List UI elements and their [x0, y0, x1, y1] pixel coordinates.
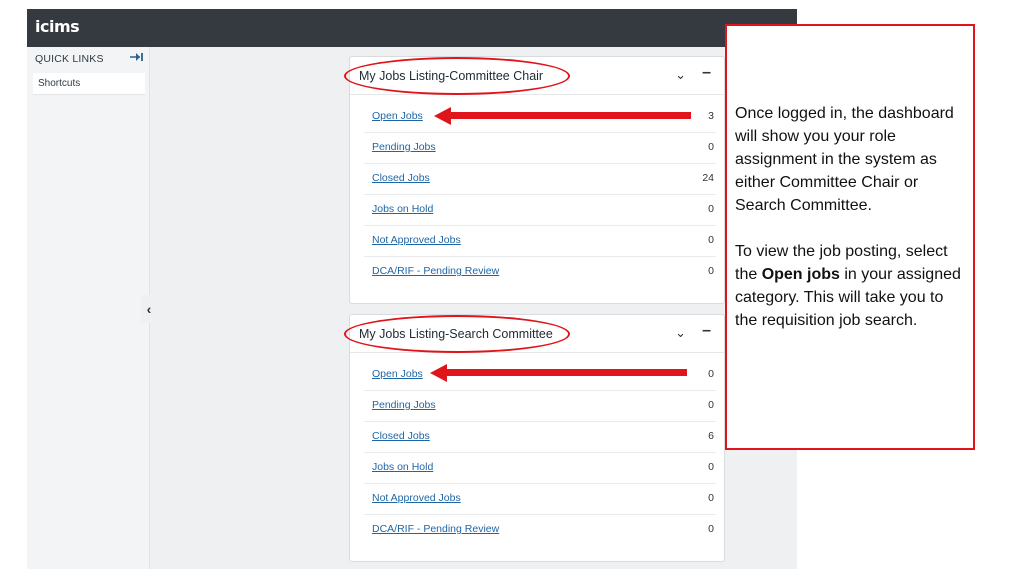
row-count: 0: [708, 461, 714, 473]
list-item: Pending Jobs 0: [364, 133, 716, 164]
quick-links-title: QUICK LINKS: [35, 53, 104, 65]
list-item: Jobs on Hold 0: [364, 195, 716, 226]
shortcuts-item[interactable]: Shortcuts: [33, 73, 145, 95]
row-count: 0: [708, 265, 714, 277]
committee-chair-card: My Jobs Listing-Committee Chair ⌄ – Open…: [349, 56, 725, 304]
card-title: My Jobs Listing-Search Committee: [359, 327, 553, 341]
closed-jobs-link[interactable]: Closed Jobs: [372, 430, 430, 442]
not-approved-jobs-link[interactable]: Not Approved Jobs: [372, 234, 461, 246]
jobs-list: Open Jobs 0 Pending Jobs 0 Closed Jobs 6 Jo…: [364, 360, 716, 546]
minimize-icon[interactable]: –: [702, 322, 711, 340]
row-count: 6: [708, 430, 714, 442]
list-item: Open Jobs 3: [364, 102, 716, 133]
open-jobs-link[interactable]: Open Jobs: [372, 368, 423, 380]
quick-links-sidebar: QUICK LINKS Shortcuts: [27, 47, 150, 569]
list-item: Open Jobs 0: [364, 360, 716, 391]
list-item: Not Approved Jobs 0: [364, 484, 716, 515]
list-item: Jobs on Hold 0: [364, 453, 716, 484]
chevron-down-icon[interactable]: ⌄: [675, 67, 686, 83]
list-item: Closed Jobs 24: [364, 164, 716, 195]
pin-icon-svg: [130, 53, 143, 61]
top-bar: icims: [27, 9, 797, 47]
list-item: Closed Jobs 6: [364, 422, 716, 453]
minimize-icon[interactable]: –: [702, 64, 711, 82]
instruction-callout: Once logged in, the dashboard will show …: [725, 24, 975, 450]
pin-icon[interactable]: [129, 51, 145, 63]
dca-rif-pending-review-link[interactable]: DCA/RIF - Pending Review: [372, 523, 499, 535]
row-count: 0: [708, 399, 714, 411]
icims-dashboard: icims QUICK LINKS Shortcuts ‹ My Jobs Li…: [27, 9, 797, 569]
row-count: 24: [702, 172, 714, 184]
closed-jobs-link[interactable]: Closed Jobs: [372, 172, 430, 184]
row-count: 0: [708, 203, 714, 215]
row-count: 3: [708, 110, 714, 122]
list-item: Pending Jobs 0: [364, 391, 716, 422]
pending-jobs-link[interactable]: Pending Jobs: [372, 399, 436, 411]
card-header: My Jobs Listing-Committee Chair ⌄ –: [350, 57, 724, 95]
row-count: 0: [708, 492, 714, 504]
card-title: My Jobs Listing-Committee Chair: [359, 69, 544, 83]
jobs-list: Open Jobs 3 Pending Jobs 0 Closed Jobs 24 J…: [364, 102, 716, 288]
row-count: 0: [708, 234, 714, 246]
callout-paragraph-1: Once logged in, the dashboard will show …: [735, 105, 954, 214]
not-approved-jobs-link[interactable]: Not Approved Jobs: [372, 492, 461, 504]
slide: icims QUICK LINKS Shortcuts ‹ My Jobs Li…: [0, 0, 1024, 576]
dca-rif-pending-review-link[interactable]: DCA/RIF - Pending Review: [372, 265, 499, 277]
jobs-on-hold-link[interactable]: Jobs on Hold: [372, 203, 433, 215]
card-header: My Jobs Listing-Search Committee ⌄ –: [350, 315, 724, 353]
list-item: Not Approved Jobs 0: [364, 226, 716, 257]
open-jobs-link[interactable]: Open Jobs: [372, 110, 423, 122]
row-count: 0: [708, 368, 714, 380]
row-count: 0: [708, 523, 714, 535]
callout-paragraph-2: To view the job posting, select the Open…: [735, 240, 965, 332]
pending-jobs-link[interactable]: Pending Jobs: [372, 141, 436, 153]
callout-bold-text: Open jobs: [761, 266, 840, 283]
chevron-left-icon[interactable]: ‹: [141, 295, 157, 323]
chevron-down-icon[interactable]: ⌄: [675, 325, 686, 341]
row-count: 0: [708, 141, 714, 153]
list-item: DCA/RIF - Pending Review 0: [364, 515, 716, 546]
search-committee-card: My Jobs Listing-Search Committee ⌄ – Ope…: [349, 314, 725, 562]
list-item: DCA/RIF - Pending Review 0: [364, 257, 716, 288]
jobs-on-hold-link[interactable]: Jobs on Hold: [372, 461, 433, 473]
icims-logo[interactable]: icims: [35, 17, 80, 36]
